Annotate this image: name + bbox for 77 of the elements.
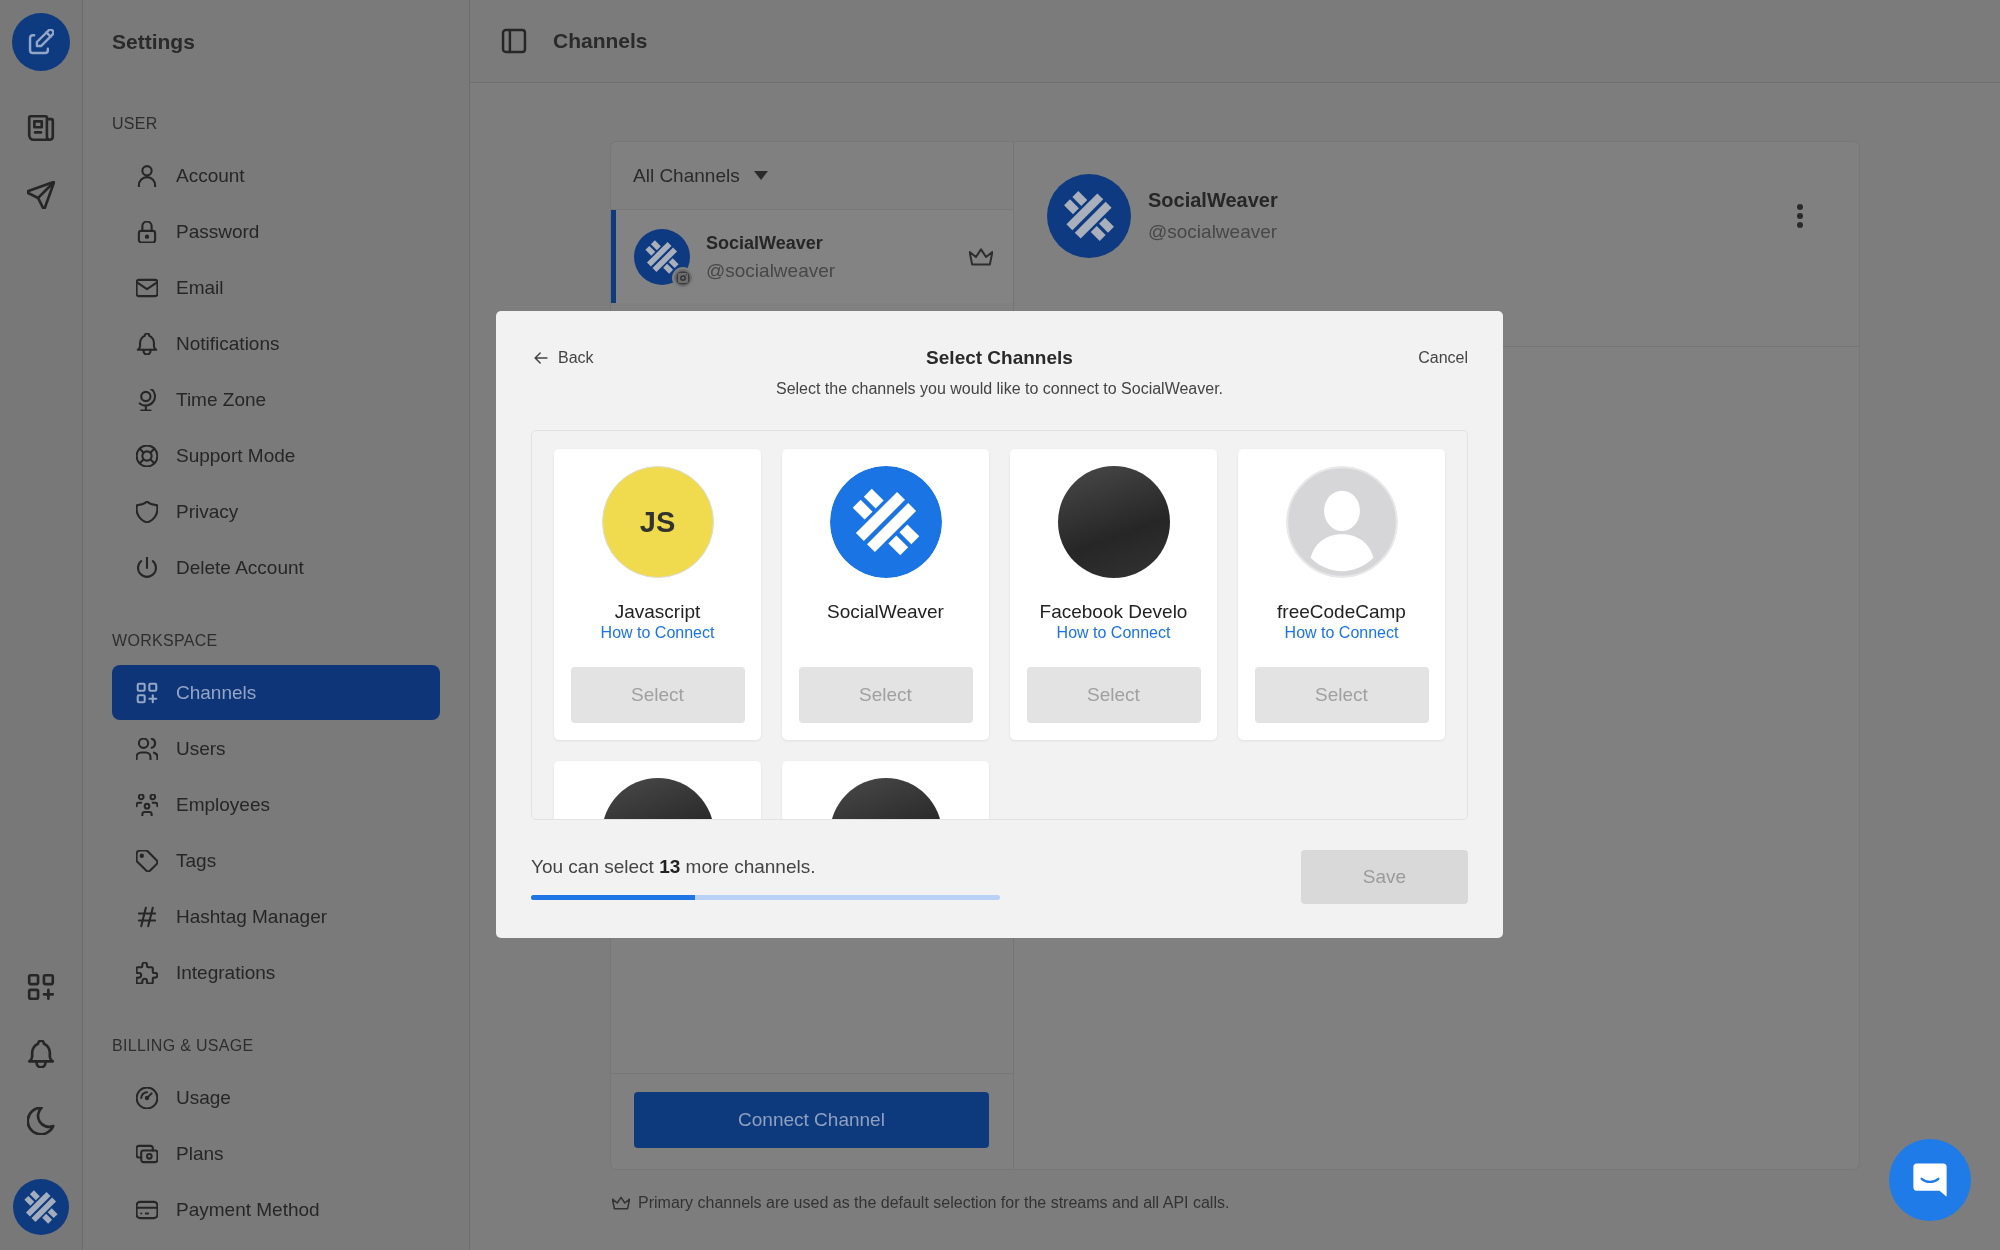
section-heading: WORKSPACE — [112, 631, 218, 651]
section-heading: BILLING & USAGE — [112, 1036, 254, 1056]
caret-icon — [753, 171, 768, 180]
compose-button[interactable] — [12, 13, 70, 71]
remaining-count-text: You can select 13 more channels. — [531, 854, 817, 879]
sidebar-item[interactable]: Delete Account — [112, 540, 324, 595]
bell-icon — [136, 332, 158, 355]
lattice-logo-icon — [634, 228, 690, 285]
section-heading: USER — [112, 114, 158, 134]
cancel-button[interactable]: Cancel — [1418, 349, 1468, 367]
monogram-avatar: JS — [601, 466, 714, 578]
tag-icon — [136, 849, 158, 872]
grid-plus-icon — [136, 681, 158, 704]
sidebar-item[interactable]: Channels — [112, 665, 440, 720]
lock-icon — [136, 220, 158, 243]
user-icon — [136, 164, 158, 187]
puzzle-icon — [136, 961, 158, 984]
channel-name: SocialWeaver — [827, 600, 944, 624]
lattice-logo-icon[interactable] — [13, 1179, 69, 1235]
sidebar-toggle-icon[interactable] — [501, 28, 527, 54]
connect-channel-button[interactable]: Connect Channel — [634, 1092, 989, 1148]
chat-icon — [1911, 1161, 1949, 1199]
how-to-connect-link[interactable]: How to Connect — [1056, 624, 1171, 642]
channel-handle: @socialweaver — [1148, 220, 1278, 244]
footnote-text: Primary channels are used as the default selection for the streams and all API calls. — [638, 1193, 1230, 1213]
sidebar-item[interactable]: Email — [112, 260, 244, 315]
sidebar-item[interactable]: Plans — [112, 1126, 244, 1181]
sidebar-item[interactable]: Payment Method — [112, 1182, 340, 1237]
modal-subtitle: Select the channels you would like to connect to SocialWeaver. — [775, 379, 1224, 399]
globe-icon — [136, 388, 158, 411]
sidebar-title: Settings — [112, 28, 195, 55]
hash-icon — [136, 905, 158, 928]
power-icon — [136, 556, 158, 579]
sidebar-item[interactable]: Usage — [112, 1070, 251, 1125]
back-button[interactable]: Back — [531, 349, 594, 367]
sidebar-item[interactable]: Employees — [112, 777, 290, 832]
crown-icon — [612, 1195, 630, 1211]
grid-plus-icon[interactable] — [27, 973, 55, 1001]
sidebar-item[interactable]: Users — [112, 721, 246, 776]
bell-icon[interactable] — [27, 1040, 55, 1068]
mail-icon — [136, 276, 158, 299]
channel-filter-dropdown[interactable]: All Channels — [633, 160, 768, 191]
channel-name: Javascript — [614, 600, 701, 624]
channel-name: SocialWeaver — [706, 231, 824, 255]
credit-card-icon — [136, 1198, 158, 1221]
channel-handle: @socialweaver — [706, 258, 836, 282]
lifebuoy-icon — [136, 444, 158, 467]
channel-name: Facebook Develo — [1039, 600, 1188, 624]
how-to-connect-link[interactable]: How to Connect — [600, 624, 715, 642]
channel-name: SocialWeaver — [1148, 188, 1278, 212]
lattice-logo-icon — [1047, 174, 1131, 258]
shield-icon — [136, 500, 158, 523]
arrow-left-icon — [533, 350, 549, 366]
channel-name: freeCodeCamp — [1277, 600, 1406, 624]
how-to-connect-link[interactable]: How to Connect — [1284, 624, 1399, 642]
lattice-logo-icon — [829, 466, 942, 578]
moon-icon[interactable] — [27, 1107, 55, 1135]
sidebar-item[interactable]: Hashtag Manager — [112, 889, 348, 944]
send-icon[interactable] — [27, 181, 55, 209]
person-silhouette-icon — [1285, 466, 1398, 578]
banknotes-icon — [136, 1142, 158, 1165]
sidebar-item[interactable]: Time Zone — [112, 372, 287, 427]
newspaper-icon[interactable] — [27, 114, 55, 142]
more-icon[interactable] — [1796, 203, 1804, 229]
modal-title: Select Channels — [926, 346, 1073, 370]
users-icon — [136, 737, 158, 760]
sidebar-item[interactable]: Integrations — [112, 945, 296, 1000]
sidebar-item[interactable]: Account — [112, 148, 265, 203]
gauge-icon — [136, 1086, 158, 1109]
sidebar-item[interactable]: Notifications — [112, 316, 300, 371]
group-icon — [136, 793, 158, 816]
page-title: Channels — [553, 28, 648, 54]
sidebar-item[interactable]: Password — [112, 204, 280, 259]
sidebar-item[interactable]: Tags — [112, 833, 237, 888]
sidebar-item[interactable]: Support Mode — [112, 428, 316, 483]
edit-icon — [28, 29, 54, 55]
sidebar-item[interactable]: Privacy — [112, 484, 259, 539]
